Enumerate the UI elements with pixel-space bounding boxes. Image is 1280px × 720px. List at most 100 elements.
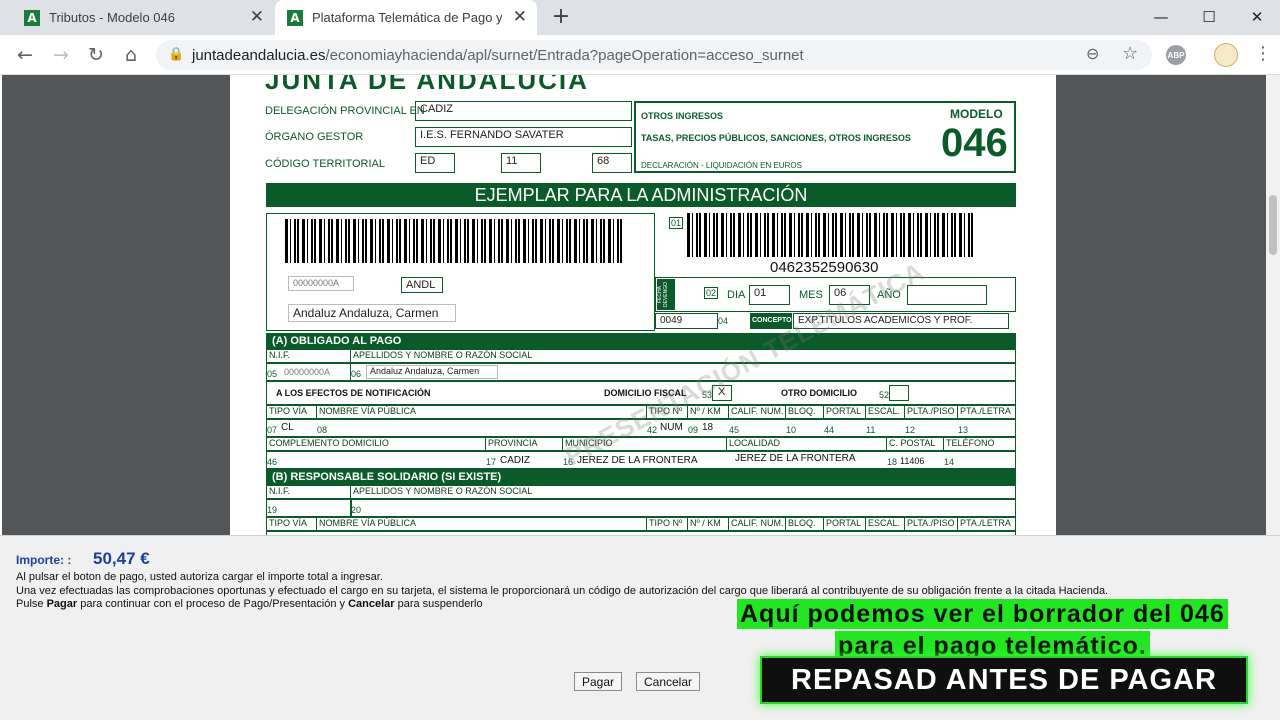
num-18: 18 [887,457,898,467]
new-tab-button[interactable]: + [548,4,574,30]
b-values-row [266,499,1016,517]
tab-tributos[interactable]: A Tributos - Modelo 046 ✕ [12,0,274,35]
close-tab-icon[interactable]: ✕ [250,8,264,26]
tab-title: Tributos - Modelo 046 [49,10,175,25]
organo-field: I.E.S. FERNANDO SAVATER [415,127,632,147]
addr-cpostal: 11406 [900,456,925,466]
num-14: 14 [944,457,955,467]
cancelar-button[interactable]: Cancelar [636,672,700,691]
col-complemento: COMPLEMENTO DOMICILIO [266,437,486,451]
modelo-number: 046 [941,121,1008,165]
b-nif-divider [350,499,352,517]
annotation-line-1: Aquí podemos ver el borrador del 046 [737,599,1228,629]
zoom-icon[interactable]: ⊖ [1086,44,1099,63]
b-col-bloq: BLOQ. [785,517,824,531]
b-col-plta: PLTA./PISO [904,517,958,531]
codigo-field-3: 68 [592,153,632,173]
codigo-field-2: 11 [501,153,541,173]
importe-label: Importe: : [16,553,72,567]
b-col-tipo-via: TIPO VÍA [266,517,317,531]
url-text[interactable]: juntadeandalucia.es/economiayhacienda/ap… [192,47,804,64]
delegacion-field: CADIZ [415,101,632,121]
b-col-nombre-via: NOMBRE VÍA PÚBLICA [316,517,647,531]
num-12: 12 [905,425,916,435]
junta-header: JUNTA DE ANDALUCIA [265,75,589,95]
num-02: 02 [704,287,719,299]
modelo-box: OTROS INGRESOS TASAS, PRECIOS PÚBLICOS, … [634,101,1016,173]
page-scrollbar[interactable] [1266,75,1280,535]
minimize-button[interactable]: — [1138,0,1184,33]
addr-tipo-via: CL [281,422,294,433]
col-telefono: TELÉFONO [943,437,1016,451]
info-line-3: Pulse Pagar para continuar con el proces… [16,598,483,610]
addr-provincia: CADIZ [500,455,530,466]
maximize-button[interactable]: ☐ [1186,0,1232,33]
home-button[interactable]: ⌂ [118,42,144,68]
importe-value: 50,47 € [93,549,150,568]
dia-field: 01 [749,285,790,305]
junta-andalucia-favicon-icon: A [287,9,303,26]
mes-label: MES [799,289,823,301]
forward-button[interactable]: → [48,42,74,68]
ejemplar-band: EJEMPLAR PARA LA ADMINISTRACIÓN [266,183,1016,207]
col-bloq: BLOQ. [785,405,824,419]
tab-strip: A Tributos - Modelo 046 ✕ A Plataforma T… [0,0,1280,35]
modelo-line1: OTROS INGRESOS [641,111,724,121]
menu-kebab-icon[interactable]: ⋮ [1254,43,1272,64]
num-46: 46 [267,457,278,467]
junta-andalucia-favicon-icon: A [24,9,40,26]
profile-avatar[interactable] [1214,43,1238,67]
num-10: 10 [786,425,797,435]
apellidos-label-cell: APELLIDOS Y NOMBRE O RAZÓN SOCIAL [350,349,1016,363]
close-tab-icon[interactable]: ✕ [513,8,527,26]
info3-cancelar: Cancelar [348,598,395,610]
addr-no-km: 18 [702,422,714,433]
col-plta: PLTA./PISO [904,405,958,419]
section-a-header: (A) OBLIGADO AL PAGO [266,333,1016,349]
page-viewport: JUNTA DE ANDALUCIA DELEGACIÓN PROVINCIAL… [0,75,1280,535]
num-44: 44 [824,425,835,435]
num-08: 08 [317,425,328,435]
b-col-no-km: Nº / KM [687,517,729,531]
section-b-header: (B) RESPONSABLE SOLIDARIO (SI EXISTE) [266,469,1016,485]
back-button[interactable]: ← [12,42,38,68]
pagar-button[interactable]: Pagar [574,672,622,691]
close-window-button[interactable]: ✕ [1234,0,1280,33]
col-localidad: LOCALIDAD [726,437,887,451]
b-col-pta: PTA./LETRA [957,517,1016,531]
info3-text-b: para continuar con el proceso de Pago/Pr… [77,598,349,610]
reload-button[interactable]: ↻ [83,42,109,68]
col-calif: CALIF. NUM. [728,405,786,419]
info3-text-c: para suspenderlo [394,598,483,610]
num-07: 07 [267,425,278,435]
info3-pagar: Pagar [46,598,78,610]
col-provincia: PROVINCIA [485,437,563,451]
scrollbar-thumb[interactable] [1269,195,1277,255]
bookmark-star-icon[interactable]: ☆ [1122,43,1138,64]
num-09: 09 [688,425,699,435]
nif-value: 00000000A [284,367,331,377]
code-0049-field: 0049 [655,313,718,329]
num-52: 52 [879,390,890,400]
organo-label: ÓRGANO GESTOR [265,131,364,143]
url-domain: juntadeandalucia.es [192,47,326,64]
browser-toolbar: ← → ↻ ⌂ 🔒 juntadeandalucia.es/economiayh… [0,35,1280,75]
num-20: 20 [351,505,362,515]
adblock-extension-icon[interactable]: ABP [1166,45,1186,65]
num-45: 45 [729,425,740,435]
modelo-label: MODELO [950,107,1003,121]
modelo-line3: DECLARACIÓN - LIQUIDACIÓN EN EUROS [641,161,802,170]
modelo-046-document: JUNTA DE ANDALUCIA DELEGACIÓN PROVINCIAL… [230,75,1056,535]
otro-domicilio-checkbox [889,385,909,401]
nif-label-cell: N.I.F. [266,349,351,363]
tab-plataforma-telematica[interactable]: A Plataforma Telemática de Pago y Pr ✕ [275,0,537,35]
codigo-label: CÓDIGO TERRITORIAL [265,158,386,170]
col-portal: PORTAL [823,405,866,419]
otro-domicilio-label: OTRO DOMICILIO [781,388,857,398]
address-bar[interactable]: 🔒 juntadeandalucia.es/economiayhacienda/… [156,40,1152,70]
num-13: 13 [958,425,969,435]
left-barcode [285,219,625,263]
b-col-escal: ESCAL. [865,517,905,531]
num-01: 01 [669,217,684,229]
col-pta: PTA./LETRA [957,405,1016,419]
